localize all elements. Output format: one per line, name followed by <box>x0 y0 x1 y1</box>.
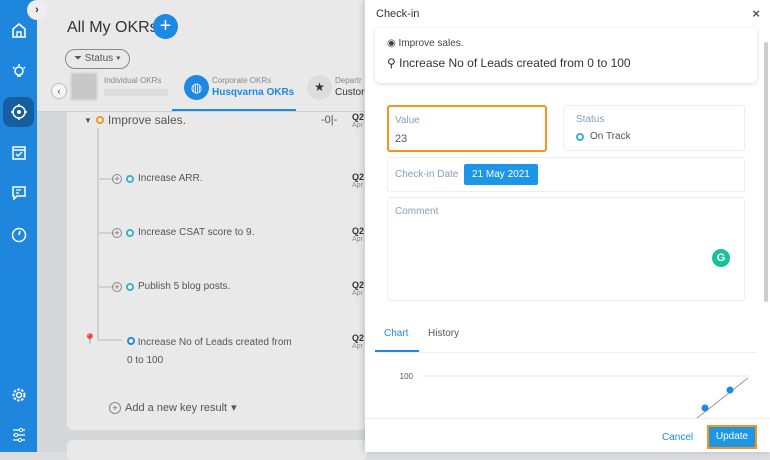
status-value: On Track <box>576 131 631 142</box>
kr-title: Increase CSAT score to 9. <box>138 227 255 238</box>
series-line <box>696 377 749 418</box>
objective-row[interactable]: ▼ Improve sales. <box>84 113 186 127</box>
tree-branch <box>98 339 122 341</box>
active-tab-indicator <box>172 109 296 111</box>
update-button[interactable]: Update <box>707 425 757 449</box>
value-label: Value <box>395 115 420 126</box>
kr-title: Publish 5 blog posts. <box>138 281 231 292</box>
gauge-icon[interactable] <box>3 220 34 250</box>
kr-title: Increase No of Leads created from <box>137 337 292 348</box>
tab-sub: Individual OKRs <box>104 76 162 85</box>
panel-title: Check-in <box>376 8 420 20</box>
progress-icon: -0|- <box>321 114 338 126</box>
sidebar <box>0 0 37 452</box>
status-dot <box>126 282 134 291</box>
tab-label: Custor <box>335 87 365 98</box>
kr-period: Q2 Apr <box>352 226 365 243</box>
filter-icon: ⏷ <box>74 53 85 64</box>
tabs-scroll-left-button[interactable]: ‹ <box>51 83 67 99</box>
lightbulb-icon[interactable] <box>3 56 34 86</box>
panel-footer: Cancel Update <box>365 418 770 452</box>
grammarly-icon[interactable]: G <box>712 249 730 267</box>
okr-summary: ◉ Improve sales. ⚲ Increase No of Leads … <box>375 28 757 83</box>
gear-icon[interactable] <box>3 380 34 410</box>
expand-sidebar-button[interactable]: › <box>27 0 47 20</box>
progress-chart: 100 <box>400 372 750 418</box>
divider <box>375 352 757 353</box>
checkin-date-field: Check-in Date 21 May 2021 <box>387 157 745 192</box>
tab-sub: Departr <box>335 76 362 85</box>
chat-icon[interactable] <box>3 178 34 208</box>
y-tick-label: 100 <box>400 372 414 381</box>
key-result-row[interactable]: + Increase CSAT score to 9. <box>112 227 254 238</box>
checkin-pin-icon[interactable]: 📍 <box>83 333 97 346</box>
status-label: Status <box>576 114 605 125</box>
kr-line: ⚲ Increase No of Leads created from 0 to… <box>387 56 631 70</box>
comment-field[interactable]: Comment G <box>387 197 745 301</box>
tab-individual[interactable]: Individual OKRs <box>104 76 168 96</box>
kr-title: Increase ARR. <box>138 173 203 184</box>
status-dot <box>127 337 135 345</box>
avatar <box>71 73 97 100</box>
globe-icon: ◍ <box>184 75 209 100</box>
tab-chart[interactable]: Chart <box>384 328 408 339</box>
expand-icon[interactable]: + <box>112 173 122 184</box>
objective-title: Improve sales. <box>398 38 464 49</box>
add-icon: + <box>109 401 121 414</box>
target-icon[interactable] <box>3 97 34 127</box>
data-point <box>701 404 709 412</box>
objective-period: Q2 Apr <box>352 112 365 129</box>
cancel-button[interactable]: Cancel <box>662 432 693 443</box>
tab-sub: Corporate OKRs <box>212 76 272 85</box>
tree-line <box>97 128 99 340</box>
objective-card <box>67 440 367 460</box>
key-result-row[interactable]: + Publish 5 blog posts. <box>112 281 230 292</box>
status-dot <box>95 116 104 124</box>
kr-period: Q2 Apr <box>352 172 365 189</box>
page-title: All My OKRs <box>67 19 158 36</box>
date-label: Check-in Date <box>395 169 459 180</box>
target-icon: ◉ <box>387 38 396 49</box>
status-label: Status <box>84 53 114 64</box>
data-point <box>726 386 734 394</box>
add-key-result-button[interactable]: + Add a new key result ▾ <box>109 401 237 414</box>
kr-period: Q2 Apr <box>352 333 365 350</box>
home-icon[interactable] <box>3 15 34 45</box>
add-okr-button[interactable]: + <box>153 14 178 39</box>
status-field[interactable]: Status On Track <box>563 105 745 151</box>
close-button[interactable]: × <box>752 6 760 21</box>
kr-title-cont: 0 to 100 <box>127 355 164 366</box>
expand-icon[interactable]: + <box>112 281 122 292</box>
kr-period: Q2 Apr <box>352 280 365 297</box>
tab-history[interactable]: History <box>428 328 459 339</box>
scrollbar[interactable] <box>764 42 768 302</box>
objective-line: ◉ Improve sales. <box>387 38 464 49</box>
status-filter[interactable]: ⏷ Status ▾ <box>65 49 130 69</box>
value-field[interactable]: Value 23 <box>387 105 547 152</box>
add-kr-label: Add a new key result <box>125 401 228 414</box>
tab-department[interactable]: Departr Custor <box>335 76 364 98</box>
date-button[interactable]: 21 May 2021 <box>464 164 538 185</box>
kr-title: Increase No of Leads created from 0 to 1… <box>399 56 631 70</box>
status-dot <box>126 174 134 183</box>
tab-label: Husqvarna OKRs <box>212 87 295 98</box>
key-icon: ⚲ <box>387 56 396 70</box>
key-result-row[interactable]: Increase No of Leads created from 0 to 10… <box>127 334 292 370</box>
header: All My OKRs + ⏷ Status ▾ ‹ Individual OK… <box>37 0 367 112</box>
comment-label: Comment <box>395 206 439 217</box>
objective-title: Improve sales. <box>107 113 186 127</box>
star-icon: ★ <box>307 75 332 100</box>
expand-icon[interactable]: + <box>112 227 122 238</box>
key-result-row[interactable]: + Increase ARR. <box>112 173 202 184</box>
status-dot <box>126 228 134 237</box>
on-track-dot <box>576 132 584 141</box>
okr-list: All My OKRs + ⏷ Status ▾ ‹ Individual OK… <box>37 0 367 460</box>
value-input[interactable]: 23 <box>395 133 407 145</box>
checkin-panel: Check-in × ◉ Improve sales. ⚲ Increase N… <box>365 0 770 452</box>
calendar-check-icon[interactable] <box>3 138 34 168</box>
tab-corporate[interactable]: Corporate OKRs Husqvarna OKRs <box>212 76 294 98</box>
sliders-icon[interactable] <box>3 420 34 450</box>
collapse-icon[interactable]: ▼ <box>84 116 92 125</box>
objective-card <box>67 112 367 430</box>
